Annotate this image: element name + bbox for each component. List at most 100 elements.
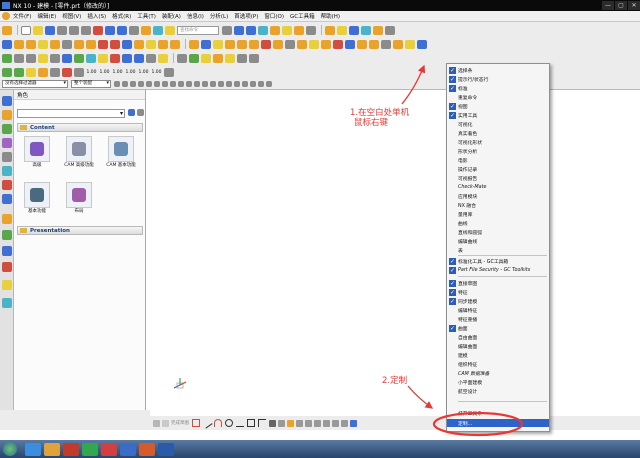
check-mate-icon[interactable] (2, 67, 12, 77)
scale-button[interactable]: 1.00 (151, 70, 162, 75)
constraint-navigator-icon[interactable] (2, 110, 12, 120)
fillet-icon[interactable] (236, 419, 244, 427)
minimize-button[interactable]: — (602, 1, 614, 10)
reuse-library-icon[interactable] (2, 138, 12, 148)
report-icon[interactable] (225, 53, 235, 63)
manufacturing-wizard-icon[interactable] (2, 230, 12, 240)
explorer-icon[interactable] (44, 442, 60, 456)
menu-item[interactable]: ✓ 同步建模 (447, 297, 549, 305)
move-face-icon[interactable] (273, 39, 283, 49)
slot-icon[interactable] (74, 39, 84, 49)
boss-icon[interactable] (50, 39, 60, 49)
unite-icon[interactable] (98, 39, 108, 49)
menu-item[interactable]: 可视报告 (447, 174, 549, 182)
synchronous-icon[interactable] (321, 39, 331, 49)
system-materials-icon[interactable] (2, 194, 12, 204)
start-icon[interactable] (2, 25, 12, 35)
point-icon[interactable] (269, 419, 276, 427)
property-icon[interactable] (26, 53, 36, 63)
selection-scope-dropdown[interactable]: 整个装配 (71, 80, 111, 88)
menu-item[interactable]: 量用库 (447, 210, 549, 218)
load-role-icon[interactable] (128, 109, 135, 116)
line-icon[interactable] (201, 417, 213, 429)
open-folder-icon[interactable] (33, 25, 43, 35)
menu-item[interactable]: 曲线 (447, 219, 549, 227)
zoom-icon[interactable] (234, 25, 244, 35)
snap-icon[interactable] (146, 81, 152, 87)
role-tile-essentials[interactable]: 基本功能 (20, 182, 54, 215)
menu-item[interactable]: ✓ 曲面 (447, 324, 549, 332)
snap-icon[interactable] (210, 81, 216, 87)
touch-mode-icon[interactable] (141, 25, 151, 35)
menu-item[interactable]: ✓ 标准 (447, 84, 549, 92)
snap-icon[interactable] (234, 81, 240, 87)
snap-icon[interactable] (186, 81, 192, 87)
menu-item[interactable]: 电影 (447, 156, 549, 164)
menu-item[interactable]: ✓ 实用工具 (447, 111, 549, 119)
part-navigator-icon[interactable] (2, 124, 12, 134)
role-search-dropdown[interactable] (17, 109, 125, 118)
maximize-button[interactable]: ▢ (615, 1, 627, 10)
layer-settings-icon[interactable] (325, 25, 335, 35)
delete-icon[interactable] (93, 25, 103, 35)
menu-item[interactable]: ✓ Part File Security - GC Toolkits (447, 266, 549, 274)
menu-item[interactable]: CAM 数据准备 (447, 369, 549, 377)
new-file-icon[interactable] (21, 25, 31, 35)
app-icon[interactable] (139, 442, 155, 456)
inspect-icon[interactable] (26, 67, 36, 77)
measure-icon[interactable] (373, 25, 383, 35)
menu-item[interactable]: NX 融合 (447, 201, 549, 209)
menu-insert[interactable]: 插入(S) (87, 12, 106, 20)
menu-info[interactable]: 信息(I) (187, 12, 204, 20)
scale-button[interactable]: 1.00 (125, 70, 136, 75)
repeat-command-icon[interactable] (129, 25, 139, 35)
menu-view[interactable]: 视图(V) (62, 12, 81, 20)
part-navigator-icon[interactable] (357, 39, 367, 49)
snap-icon[interactable] (154, 81, 160, 87)
scale-button[interactable]: 1.00 (86, 70, 97, 75)
info-icon[interactable] (74, 67, 84, 77)
menu-item[interactable]: 小平面建模 (447, 378, 549, 386)
sew-icon[interactable] (393, 39, 403, 49)
menu-item[interactable]: 操作记录 (447, 165, 549, 173)
menu-preferences[interactable]: 首选项(P) (234, 12, 258, 20)
assembly-navigator-icon[interactable] (2, 96, 12, 106)
validate-icon[interactable] (189, 53, 199, 63)
type-filter-dropdown[interactable]: 没有选择过滤器 (2, 80, 68, 88)
menu-format[interactable]: 格式(R) (112, 12, 131, 20)
shaded-icon[interactable] (270, 25, 280, 35)
orient-view-icon[interactable] (294, 25, 304, 35)
role-tile-cam-essentials[interactable]: CAM 基本功能 (104, 136, 138, 169)
intersect-icon[interactable] (122, 39, 132, 49)
role-tile-layout[interactable]: 布局 (62, 182, 96, 215)
menu-file[interactable]: 文件(F) (13, 12, 31, 20)
rectangle-icon[interactable] (247, 419, 255, 427)
menu-tools[interactable]: 工具(T) (137, 12, 156, 20)
snap-icon[interactable] (266, 81, 272, 87)
snap-icon[interactable] (226, 81, 232, 87)
thread-icon[interactable] (237, 39, 247, 49)
snap-icon[interactable] (122, 81, 128, 87)
snap-icon[interactable] (138, 81, 144, 87)
graphics-window[interactable] (147, 90, 640, 410)
select-icon[interactable] (385, 25, 395, 35)
triangle-icon[interactable] (177, 53, 187, 63)
quick-trim-icon[interactable] (287, 419, 294, 427)
tools-icon[interactable] (417, 39, 427, 49)
offset-curve-icon[interactable] (278, 419, 285, 427)
role-menu-icon[interactable] (137, 109, 144, 116)
extrude-icon[interactable] (14, 39, 24, 49)
menu-assembly[interactable]: 装配(A) (162, 12, 181, 20)
pocket-icon[interactable] (62, 39, 72, 49)
menu-item[interactable]: Check-Mate (447, 183, 549, 191)
part-security-icon[interactable] (62, 53, 72, 63)
batch-icon[interactable] (213, 53, 223, 63)
make-corner-icon[interactable] (305, 419, 312, 427)
attribute-icon[interactable] (122, 53, 132, 63)
paste-icon[interactable] (81, 25, 91, 35)
menu-item[interactable]: 编辑特征 (447, 306, 549, 314)
menu-item[interactable]: 应用模块 (447, 192, 549, 200)
analysis-icon[interactable] (50, 67, 60, 77)
sketch-icon[interactable] (2, 39, 12, 49)
finish-sketch-label[interactable]: 完成草图 (171, 420, 189, 426)
